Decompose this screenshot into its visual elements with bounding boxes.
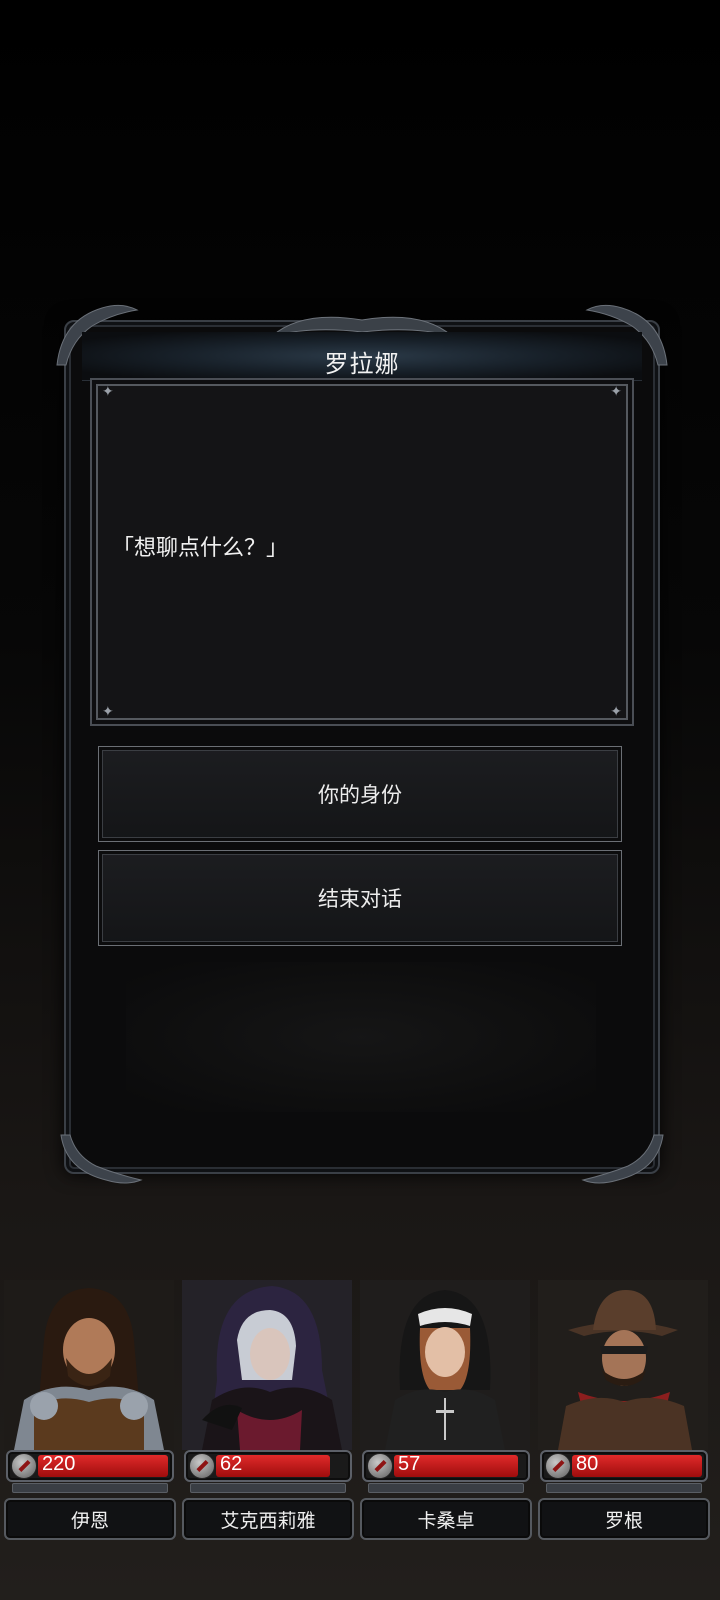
- name-plate[interactable]: 艾克西莉雅: [182, 1498, 354, 1540]
- hp-bar: 80: [540, 1450, 708, 1482]
- secondary-bar: [546, 1483, 702, 1493]
- choice-identity-button[interactable]: 你的身份: [98, 746, 622, 842]
- secondary-bar: [368, 1483, 524, 1493]
- portrait-gunslinger[interactable]: [538, 1280, 708, 1450]
- secondary-bar: [190, 1483, 346, 1493]
- speaker-name: 罗拉娜: [324, 350, 400, 378]
- portrait-nun[interactable]: [360, 1280, 530, 1450]
- sword-icon: [367, 1453, 393, 1479]
- hp-value: 220: [42, 1453, 76, 1475]
- dialog-panel: 罗拉娜 ✦ ✦ ✦ ✦ 「想聊点什么？」 你的身份 结束对话: [56, 304, 668, 1184]
- sword-icon: [545, 1453, 571, 1479]
- hp-bar: 57: [362, 1450, 530, 1482]
- name-plate[interactable]: 伊恩: [4, 1498, 176, 1540]
- name-plate[interactable]: 卡桑卓: [360, 1498, 532, 1540]
- party-member[interactable]: 62 艾克西莉雅: [178, 1280, 356, 1542]
- hp-value: 62: [220, 1453, 243, 1475]
- sparkle-icon: ✦: [610, 384, 622, 400]
- corner-ornament-icon: [60, 1134, 143, 1184]
- sword-icon: [189, 1453, 215, 1479]
- dialog-text-box: ✦ ✦ ✦ ✦ 「想聊点什么？」: [90, 378, 634, 726]
- panel-texture: [126, 962, 596, 1112]
- dialog-text: 「想聊点什么？」: [112, 536, 289, 561]
- party-member[interactable]: 57 卡桑卓: [356, 1280, 534, 1542]
- sword-icon: [11, 1453, 37, 1479]
- hp-bar: 220: [6, 1450, 174, 1482]
- party-member[interactable]: 80 罗根: [534, 1280, 712, 1542]
- choice-end-dialog-button[interactable]: 结束对话: [98, 850, 622, 946]
- secondary-bar: [12, 1483, 168, 1493]
- corner-ornament-icon: [581, 1134, 664, 1184]
- sparkle-icon: ✦: [102, 704, 114, 720]
- name-plate[interactable]: 罗根: [538, 1498, 710, 1540]
- hp-bar: 62: [184, 1450, 352, 1482]
- portrait-knight[interactable]: [4, 1280, 174, 1450]
- sparkle-icon: ✦: [610, 704, 622, 720]
- party-member[interactable]: 220 伊恩: [0, 1280, 178, 1542]
- hp-value: 57: [398, 1453, 421, 1475]
- party-bar: 220 伊恩 62 艾克西莉雅 57 卡桑卓 80 罗根: [0, 1280, 720, 1600]
- hp-value: 80: [576, 1453, 599, 1475]
- sparkle-icon: ✦: [102, 384, 114, 400]
- portrait-sorceress[interactable]: [182, 1280, 352, 1450]
